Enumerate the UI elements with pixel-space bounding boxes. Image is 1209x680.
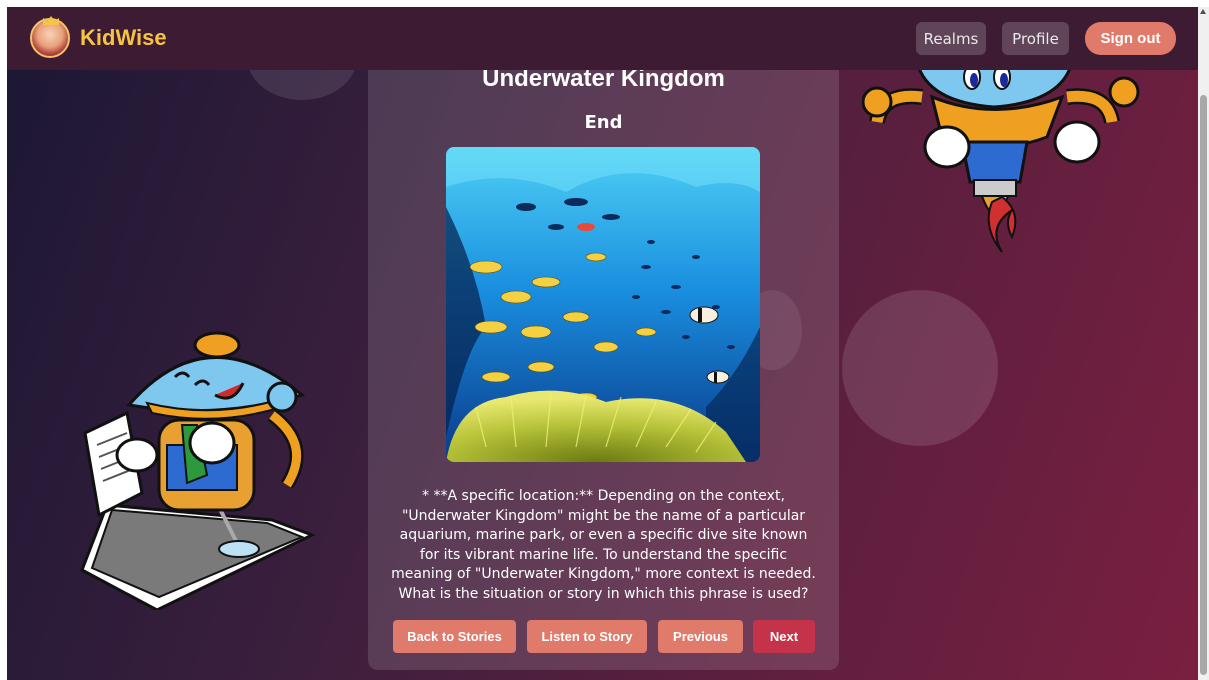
underwater-reef-icon (446, 147, 760, 462)
story-text: * **A specific location:** Depending on … (391, 488, 816, 602)
robot-announcer-icon (80, 331, 316, 610)
scroll-up-arrow-icon[interactable] (1200, 9, 1206, 14)
brand[interactable]: KidWise (30, 16, 167, 58)
app-viewport: Underwater Kingdom End * **A specific lo… (7, 7, 1198, 680)
sign-out-button[interactable]: Sign out (1085, 22, 1176, 55)
decorative-bubble (842, 290, 998, 446)
profile-button[interactable]: Profile (1002, 22, 1069, 55)
back-to-stories-button[interactable]: Back to Stories (393, 620, 516, 653)
listen-to-story-button[interactable]: Listen to Story (527, 620, 647, 653)
princess-avatar-icon (30, 16, 70, 58)
previous-button[interactable]: Previous (658, 620, 743, 653)
page-label: End (584, 112, 623, 133)
story-illustration (446, 147, 760, 462)
page-scrollbar[interactable] (1198, 7, 1209, 680)
top-navbar: KidWise Realms Profile Sign out (7, 7, 1198, 70)
story-card: Underwater Kingdom End * **A specific lo… (368, 53, 839, 670)
robot-rocket-icon (862, 62, 1140, 253)
realms-button[interactable]: Realms (916, 22, 986, 55)
next-button[interactable]: Next (753, 620, 815, 653)
scroll-thumb[interactable] (1200, 95, 1207, 675)
brand-name: KidWise (80, 25, 167, 50)
